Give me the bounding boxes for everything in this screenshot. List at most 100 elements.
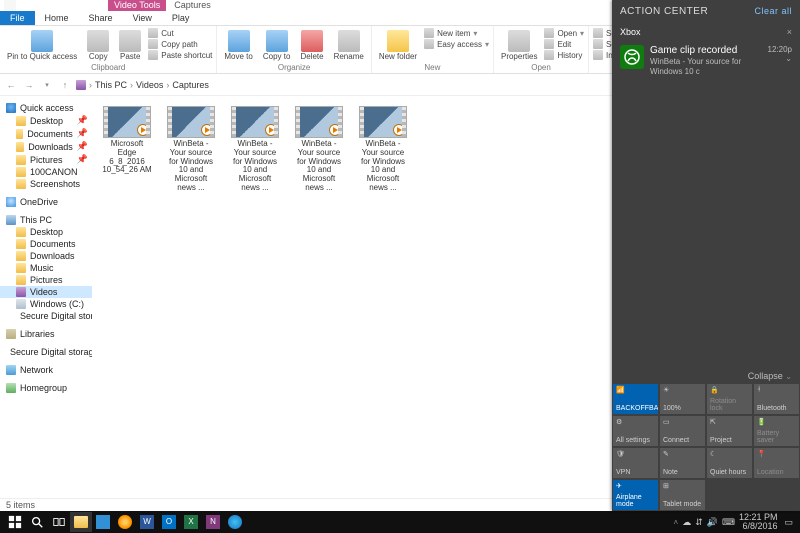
nav-quick-access[interactable]: Quick access	[0, 102, 92, 114]
open-label: Open	[557, 29, 577, 38]
quick-action-tablet-mode[interactable]: ⊞ Tablet mode	[659, 479, 706, 511]
nav-this-pc[interactable]: This PC	[0, 214, 92, 226]
tab-home[interactable]: Home	[35, 11, 79, 25]
quick-action-project[interactable]: ⇱ Project	[706, 415, 753, 447]
search-button[interactable]	[26, 512, 48, 532]
nav-pc-secure-digital-stora[interactable]: Secure Digital stora	[0, 310, 92, 322]
new-folder-button[interactable]: New folder	[376, 28, 420, 63]
nav-pc-windows-c-[interactable]: Windows (C:)	[0, 298, 92, 310]
tray-overflow-icon[interactable]: ˄	[674, 518, 679, 527]
action-center-button[interactable]: ▭	[781, 517, 796, 528]
new-item-button[interactable]: New item▾	[424, 28, 489, 38]
nav-quick-screenshots[interactable]: Screenshots	[0, 178, 92, 190]
quick-action-connect[interactable]: ▭ Connect	[659, 415, 706, 447]
quick-action-quiet-hours[interactable]: ☾ Quiet hours	[706, 447, 753, 479]
edit-button[interactable]: Edit	[544, 39, 584, 49]
quick-action-all-settings[interactable]: ⚙ All settings	[612, 415, 659, 447]
breadcrumb[interactable]: › This PC › Videos › Captures	[76, 80, 209, 90]
play-icon	[266, 125, 276, 135]
nav-sd[interactable]: Secure Digital storag	[0, 346, 92, 358]
notification[interactable]: Game clip recorded WinBeta - Your source…	[612, 41, 800, 86]
tab-share[interactable]: Share	[79, 11, 123, 25]
tray-volume-icon[interactable]: 🔊	[707, 517, 718, 528]
quick-action-vpn[interactable]: 🛡 VPN	[612, 447, 659, 479]
system-tray[interactable]: ˄ ☁ ⇵ 🔊 ⌨ 12:21 PM 6/8/2016 ▭	[674, 513, 796, 531]
paste-shortcut-button[interactable]: Paste shortcut	[148, 50, 212, 60]
tab-file[interactable]: File	[0, 11, 35, 25]
rename-button[interactable]: Rename	[331, 28, 367, 63]
tray-network-icon[interactable]: ⇵	[695, 517, 703, 528]
notif-app-close[interactable]: ×	[787, 27, 792, 37]
action-center-title: ACTION CENTER	[620, 6, 708, 17]
taskbar-app-firefox[interactable]	[114, 512, 136, 532]
quick-action-rotation-lock[interactable]: 🔒 Rotation lock	[706, 383, 753, 415]
nav-pc-downloads[interactable]: Downloads	[0, 250, 92, 262]
nav-quick-documents[interactable]: Documents📌	[0, 127, 92, 140]
taskbar-app-onenote[interactable]: N	[202, 512, 224, 532]
nav-onedrive[interactable]: OneDrive	[0, 196, 92, 208]
file-item[interactable]: WinBeta - Your source for Windows 10 and…	[230, 106, 280, 193]
tray-onedrive-icon[interactable]: ☁	[682, 517, 691, 528]
properties-button[interactable]: Properties	[498, 28, 540, 63]
taskbar-app-outlook[interactable]: O	[158, 512, 180, 532]
copy-path-button[interactable]: Copy path	[148, 39, 212, 49]
copy-to-button[interactable]: Copy to	[260, 28, 294, 63]
history-button[interactable]: History	[544, 50, 584, 60]
start-button[interactable]	[4, 512, 26, 532]
crumb-videos[interactable]: Videos	[136, 80, 163, 90]
task-view-button[interactable]	[48, 512, 70, 532]
easy-access-button[interactable]: Easy access▾	[424, 39, 489, 49]
pin-quick-access-button[interactable]: Pin to Quick access	[4, 28, 80, 63]
up-button[interactable]: ↑	[58, 78, 72, 92]
file-item[interactable]: WinBeta - Your source for Windows 10 and…	[358, 106, 408, 193]
nav-quick-100canon[interactable]: 100CANON	[0, 166, 92, 178]
file-item[interactable]: WinBeta - Your source for Windows 10 and…	[294, 106, 344, 193]
chevron-down-icon[interactable]: ⌄	[768, 54, 792, 63]
paste-button[interactable]: Paste	[116, 28, 144, 63]
open-button[interactable]: Open▾	[544, 28, 584, 38]
move-to-button[interactable]: Move to	[221, 28, 255, 63]
nav-network[interactable]: Network	[0, 364, 92, 376]
quick-action-airplane-mode[interactable]: ✈ Airplane mode	[612, 479, 659, 511]
quick-action-100-[interactable]: ☀ 100%	[659, 383, 706, 415]
quick-action-bluetooth[interactable]: ᚼ Bluetooth	[753, 383, 800, 415]
taskbar-app-ie[interactable]	[224, 512, 246, 532]
taskbar-app-excel[interactable]: X	[180, 512, 202, 532]
taskbar-clock[interactable]: 12:21 PM 6/8/2016	[739, 513, 778, 531]
cut-button[interactable]: Cut	[148, 28, 212, 38]
homegroup-label: Homegroup	[20, 383, 67, 393]
nav-pc-videos[interactable]: Videos	[0, 286, 92, 298]
nav-quick-desktop[interactable]: Desktop📌	[0, 114, 92, 127]
tab-play[interactable]: Play	[162, 11, 200, 25]
nav-pc-desktop[interactable]: Desktop	[0, 226, 92, 238]
file-item[interactable]: Microsoft Edge 6_8_2016 10_54_26 AM	[102, 106, 152, 175]
tray-input-icon[interactable]: ⌨	[722, 517, 735, 528]
nav-homegroup[interactable]: Homegroup	[0, 382, 92, 394]
quick-action-note[interactable]: ✎ Note	[659, 447, 706, 479]
tab-view[interactable]: View	[123, 11, 162, 25]
crumb-this-pc[interactable]: This PC	[95, 80, 127, 90]
taskbar-app-word[interactable]: W	[136, 512, 158, 532]
notif-app-name[interactable]: Xbox	[620, 27, 641, 37]
copy-button[interactable]: Copy	[84, 28, 112, 63]
nav-quick-downloads[interactable]: Downloads📌	[0, 140, 92, 153]
delete-button[interactable]: Delete	[297, 28, 326, 63]
quick-action-battery-saver[interactable]: 🔋 Battery saver	[753, 415, 800, 447]
clear-all-button[interactable]: Clear all	[754, 6, 792, 17]
file-item[interactable]: WinBeta - Your source for Windows 10 and…	[166, 106, 216, 193]
forward-button[interactable]: →	[22, 78, 36, 92]
nav-quick-pictures[interactable]: Pictures📌	[0, 153, 92, 166]
recent-button[interactable]: ▾	[40, 78, 54, 92]
collapse-button[interactable]: Collapse ⌄	[612, 369, 800, 383]
taskbar-app-explorer[interactable]	[70, 512, 92, 532]
quick-action-location[interactable]: 📍 Location	[753, 447, 800, 479]
nav-pc-documents[interactable]: Documents	[0, 238, 92, 250]
context-tab-video-tools[interactable]: Video Tools	[108, 0, 166, 11]
crumb-captures[interactable]: Captures	[172, 80, 209, 90]
quick-action-backoffbacchuswifi[interactable]: 📶 BACKOFFBACCHUSWIFI	[612, 383, 659, 415]
nav-pc-pictures[interactable]: Pictures	[0, 274, 92, 286]
nav-pc-music[interactable]: Music	[0, 262, 92, 274]
nav-libraries[interactable]: Libraries	[0, 328, 92, 340]
taskbar-app-store[interactable]	[92, 512, 114, 532]
back-button[interactable]: ←	[4, 78, 18, 92]
